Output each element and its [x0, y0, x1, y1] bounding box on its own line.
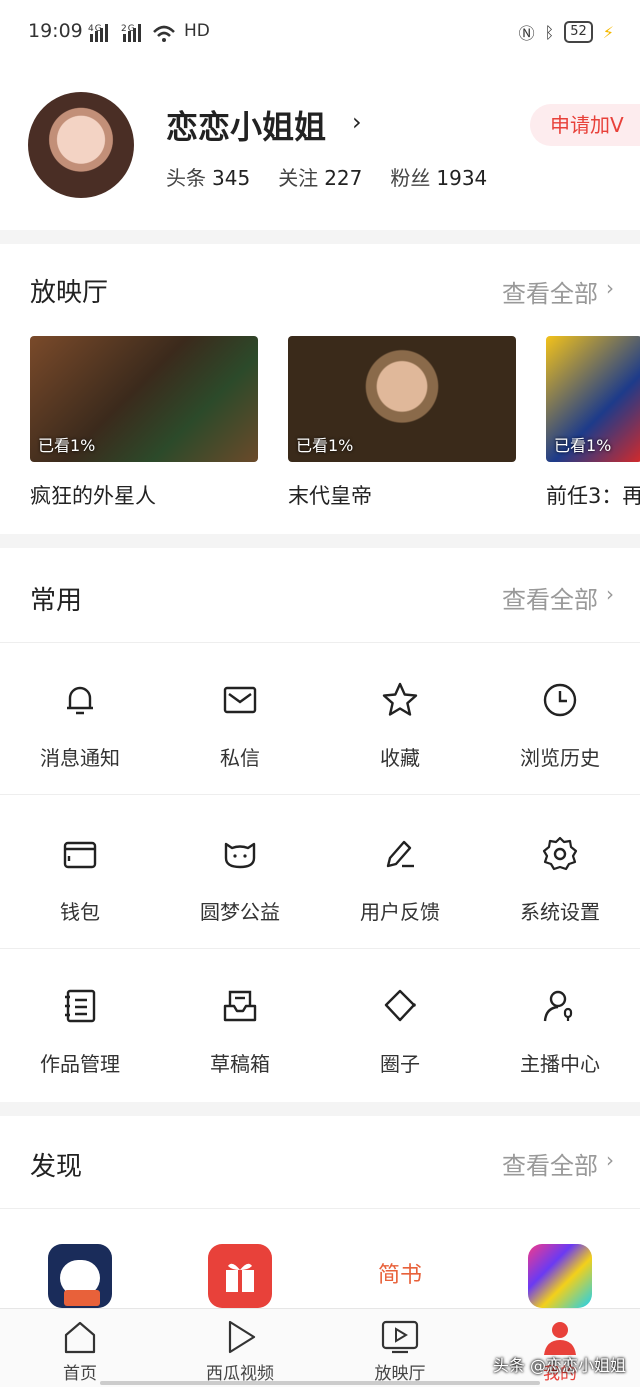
tab-cinema[interactable]: 放映厅 [320, 1309, 480, 1387]
divider [0, 794, 640, 795]
tool-messages[interactable]: 私信 [160, 680, 320, 771]
username[interactable]: 恋恋小姐姐 [166, 102, 326, 148]
play-icon [228, 1320, 256, 1354]
tab-home[interactable]: 首页 [0, 1309, 160, 1387]
star-icon [382, 682, 418, 716]
tools-row: 作品管理 草稿箱 圈子 主播中心 [0, 986, 640, 1077]
watermark: 头条 @恋恋小姐姐 [492, 1356, 626, 1375]
tools-row: 钱包 圆梦公益 用户反馈 系统设置 [0, 834, 640, 925]
divider [0, 948, 640, 949]
hd-indicator: HD [184, 21, 210, 41]
wallet-icon [63, 841, 97, 869]
tool-favorites[interactable]: 收藏 [320, 680, 480, 771]
tool-notifications[interactable]: 消息通知 [0, 680, 160, 771]
see-all-link[interactable]: 查看全部 [502, 580, 598, 615]
draft-icon [223, 990, 257, 1022]
home-indicator [100, 1381, 540, 1385]
clock-icon [543, 683, 577, 717]
common-tools-section: 常用 查看全部 › 消息通知 私信 收藏 浏览历史 钱包 圆梦公益 用户反馈 系… [0, 548, 640, 1102]
movie-poster[interactable]: 已看1% [30, 336, 258, 462]
section-title: 发现 [30, 1152, 83, 1182]
puzzle-app-icon[interactable] [528, 1244, 592, 1308]
watch-progress: 已看1% [296, 436, 354, 455]
cinema-section: 放映厅 查看全部 › 已看1% 疯狂的外星人 已看1% 末代皇帝 已看1% 前任… [0, 244, 640, 534]
movie-poster[interactable]: 已看1% [546, 336, 640, 462]
tool-settings[interactable]: 系统设置 [480, 834, 640, 925]
pen-icon [386, 840, 414, 868]
notebook-icon [65, 989, 96, 1023]
gift-app-icon[interactable] [208, 1244, 272, 1308]
tool-drafts[interactable]: 草稿箱 [160, 986, 320, 1077]
nfc-icon: Ⓝ [518, 24, 535, 43]
movie-title: 前任3：再 [546, 484, 640, 508]
tool-wallet[interactable]: 钱包 [0, 834, 160, 925]
bluetooth-icon: ᛒ [544, 22, 555, 42]
status-time: 19:09 [28, 20, 83, 42]
status-bar: 19:09 4G 2G HD Ⓝ ᛒ 52 ⚡ [0, 0, 640, 64]
profile-stats: 头条 345 关注 227 粉丝 1934 [166, 162, 487, 191]
watch-progress: 已看1% [38, 436, 96, 455]
home-icon [64, 1321, 96, 1354]
tools-row: 消息通知 私信 收藏 浏览历史 [0, 680, 640, 771]
apply-verification-button[interactable]: 申请加V [530, 104, 640, 146]
section-title: 常用 [30, 586, 83, 616]
see-all-link[interactable]: 查看全部 [502, 274, 598, 309]
tool-charity[interactable]: 圆梦公益 [160, 834, 320, 925]
tool-history[interactable]: 浏览历史 [480, 680, 640, 771]
section-title: 放映厅 [30, 278, 109, 308]
tab-xigua-video[interactable]: 西瓜视频 [160, 1309, 320, 1387]
tool-feedback[interactable]: 用户反馈 [320, 834, 480, 925]
chevron-right-icon[interactable]: › [352, 108, 362, 136]
divider [0, 1208, 640, 1209]
bell-icon [67, 686, 93, 715]
cat-icon [224, 842, 256, 869]
tool-streamer-center[interactable]: 主播中心 [480, 986, 640, 1077]
movie-card[interactable]: 已看1% 前任3：再 [546, 336, 640, 510]
chevron-right-icon[interactable]: › [606, 1148, 614, 1172]
app-item[interactable] [480, 1244, 640, 1308]
tv-icon [381, 1320, 419, 1354]
jianshu-app-icon[interactable]: 简书 [368, 1244, 432, 1308]
stat-following[interactable]: 关注 227 [278, 162, 362, 191]
chevron-right-icon[interactable]: › [606, 582, 614, 606]
see-all-link[interactable]: 查看全部 [502, 1146, 598, 1181]
discover-apps: 简书 [0, 1244, 640, 1308]
app-item[interactable] [0, 1244, 160, 1308]
streamer-icon [543, 990, 573, 1022]
stat-posts[interactable]: 头条 345 [166, 162, 250, 191]
movie-poster[interactable]: 已看1% [288, 336, 516, 462]
mail-icon [223, 686, 257, 714]
movie-card[interactable]: 已看1% 末代皇帝 [288, 336, 516, 510]
chevron-right-icon[interactable]: › [606, 276, 614, 300]
tool-works[interactable]: 作品管理 [0, 986, 160, 1077]
circle-icon [384, 989, 416, 1022]
divider [0, 642, 640, 643]
movie-title: 疯狂的外星人 [30, 484, 156, 508]
gear-icon [542, 836, 578, 871]
movie-list: 已看1% 疯狂的外星人 已看1% 末代皇帝 已看1% 前任3：再 [30, 336, 640, 510]
movie-title: 末代皇帝 [288, 484, 372, 508]
battery-icon: 52 [564, 21, 593, 43]
movie-card[interactable]: 已看1% 疯狂的外星人 [30, 336, 258, 510]
sheep-app-icon[interactable] [48, 1244, 112, 1308]
app-item[interactable] [160, 1244, 320, 1308]
watch-progress: 已看1% [554, 436, 612, 455]
tool-circle[interactable]: 圈子 [320, 986, 480, 1077]
charging-icon: ⚡ [602, 22, 614, 42]
profile-header: 恋恋小姐姐 › 头条 345 关注 227 粉丝 1934 申请加V [0, 64, 640, 230]
avatar[interactable] [28, 92, 134, 198]
user-icon [544, 1322, 576, 1355]
app-item[interactable]: 简书 [320, 1244, 480, 1308]
stat-followers[interactable]: 粉丝 1934 [390, 162, 487, 191]
